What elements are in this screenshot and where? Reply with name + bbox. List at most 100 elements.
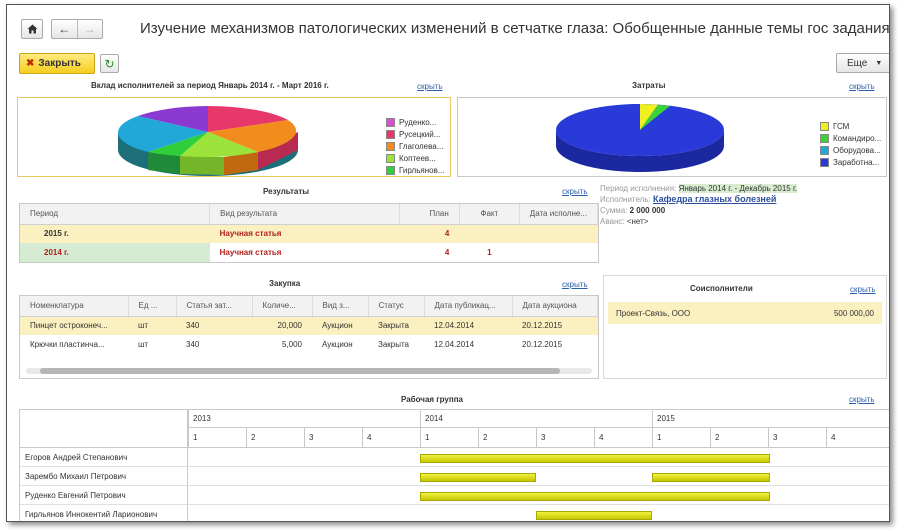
table-row[interactable]: 2015 г. Научная статья 4 xyxy=(20,224,598,243)
contribution-pie-chart xyxy=(117,105,298,176)
quantity-cell: 20,000 xyxy=(277,321,302,331)
column-header[interactable]: Номенклатура xyxy=(20,296,129,317)
legend-item: ГСМ xyxy=(820,120,881,132)
legend-label: Глаголева... xyxy=(399,141,444,151)
executor-link[interactable]: Кафедра глазных болезней xyxy=(653,194,776,204)
legend-label: Оборудова... xyxy=(833,145,881,155)
table-row[interactable]: Крючки пластинча... шт 340 5,000 Аукцион… xyxy=(20,335,598,354)
costs-hide-link[interactable]: скрыть xyxy=(849,82,875,91)
close-button[interactable]: ✖ Закрыть xyxy=(19,53,95,74)
period-cell: 2014 г. xyxy=(20,243,210,262)
auction-date-cell: 20.12.2015 xyxy=(522,340,563,349)
scrollbar-thumb[interactable] xyxy=(40,368,560,374)
year-header: 2015 xyxy=(652,410,889,428)
coexecutor-amount: 500 000,00 xyxy=(833,308,874,318)
purchase-hide-link[interactable]: скрыть xyxy=(562,280,588,289)
quarter-header: 2 xyxy=(246,428,304,448)
back-arrow-icon[interactable]: ← xyxy=(52,20,77,38)
date-cell xyxy=(519,243,597,262)
results-hide-link[interactable]: скрыть xyxy=(562,187,588,196)
member-name[interactable]: Гирльянов Иннокентий Ларионович xyxy=(20,505,188,521)
member-name[interactable]: Егоров Андрей Степанович xyxy=(20,448,188,467)
member-name[interactable]: Руденко Евгений Петрович xyxy=(20,486,188,505)
home-button[interactable] xyxy=(21,19,43,39)
sum-line: Сумма: 2 000 000 xyxy=(600,205,797,216)
unit-cell: шт xyxy=(138,340,149,349)
quarter-header: 3 xyxy=(304,428,362,448)
column-header[interactable]: Статус xyxy=(368,296,425,317)
column-header[interactable]: Вид результата xyxy=(209,204,400,225)
fact-cell xyxy=(459,224,519,243)
year-header: 2014 xyxy=(420,410,652,428)
period-value: Январь 2014 г. - Декабрь 2015 г. xyxy=(678,184,798,193)
table-row[interactable]: 2014 г. Научная статья 4 1 xyxy=(20,243,598,262)
date-cell xyxy=(519,224,597,243)
column-header[interactable]: Статья зат... xyxy=(176,296,253,317)
legend-label: ГСМ xyxy=(833,121,850,131)
more-button[interactable]: Еще ▼ xyxy=(836,53,889,73)
advance-value: <нет> xyxy=(626,217,649,226)
member-name[interactable]: Зарембо Михаил Петрович xyxy=(20,467,188,486)
column-header[interactable]: Ед ... xyxy=(128,296,177,317)
quarter-header: 3 xyxy=(536,428,594,448)
gantt-bar[interactable] xyxy=(420,473,536,482)
quarter-header: 1 xyxy=(420,428,478,448)
project-info: Период исполнения: Январь 2014 г. - Дека… xyxy=(600,183,798,227)
gantt-bar[interactable] xyxy=(536,511,652,520)
quarter-header: 1 xyxy=(188,428,246,448)
column-header[interactable]: Дата публикац... xyxy=(424,296,513,317)
forward-arrow-icon[interactable]: → xyxy=(76,20,103,38)
column-header[interactable]: План xyxy=(399,204,460,225)
contribution-chart-panel: Руденко... Русецкий... Глаголева... Копт… xyxy=(17,97,451,177)
costs-pie-chart xyxy=(556,104,724,172)
gantt-bar[interactable] xyxy=(652,473,770,482)
purchase-title: Закупка xyxy=(269,279,301,288)
legend-item: Гирльянов... xyxy=(386,164,444,176)
legend-swatch xyxy=(820,157,829,167)
status-cell: Закрыта xyxy=(378,321,410,331)
unit-cell: шт xyxy=(138,321,149,331)
legend-item: Руденко... xyxy=(386,116,444,128)
horizontal-scrollbar[interactable] xyxy=(26,368,592,374)
period-label: Период исполнения: xyxy=(600,184,677,193)
gantt-bar[interactable] xyxy=(420,492,770,501)
executor-line: Исполнитель: Кафедра глазных болезней xyxy=(600,194,797,205)
nomenclature-cell: Крючки пластинча... xyxy=(30,340,105,349)
publication-date-cell: 12.04.2014 xyxy=(434,340,475,349)
plan-cell: 4 xyxy=(444,248,450,257)
column-header[interactable]: Дата аукциона xyxy=(512,296,598,317)
column-header[interactable]: Дата исполне... xyxy=(519,204,598,225)
legend-item: Заработна... xyxy=(820,156,881,168)
coexecutors-hide-link[interactable]: скрыть xyxy=(850,285,876,294)
chevron-down-icon: ▼ xyxy=(875,59,883,67)
purchase-table: Номенклатура Ед ... Статья зат... Количе… xyxy=(19,295,599,379)
contribution-hide-link[interactable]: скрыть xyxy=(417,82,443,91)
table-row[interactable]: Пинцет остроконеч... шт 340 20,000 Аукци… xyxy=(20,316,598,335)
row-divider xyxy=(188,504,889,505)
quarter-header: 1 xyxy=(652,428,710,448)
gantt-corner xyxy=(20,410,188,448)
refresh-button[interactable]: ↻ xyxy=(100,54,119,73)
kind-cell: Аукцион xyxy=(322,340,353,349)
column-header[interactable]: Вид з... xyxy=(312,296,369,317)
advance-label: Аванс: xyxy=(600,217,625,226)
purchase-header-row: Номенклатура Ед ... Статья зат... Количе… xyxy=(20,296,598,317)
column-header[interactable]: Период xyxy=(20,204,211,225)
year-header: 2013 xyxy=(188,410,420,428)
sum-label: Сумма: xyxy=(600,206,628,215)
row-divider xyxy=(188,485,889,486)
refresh-icon: ↻ xyxy=(104,56,115,71)
home-icon xyxy=(27,24,37,34)
column-header[interactable]: Количе... xyxy=(252,296,313,317)
legend-label: Коптеев... xyxy=(399,153,436,163)
coexecutor-name: Проект-Связь, ООО xyxy=(616,308,691,318)
workgroup-hide-link[interactable]: скрыть xyxy=(849,395,875,404)
gantt-bar[interactable] xyxy=(420,454,770,463)
column-header[interactable]: Факт xyxy=(459,204,520,225)
legend-item: Оборудова... xyxy=(820,144,881,156)
table-row[interactable]: Проект-Связь, ООО 500 000,00 xyxy=(608,302,882,324)
legend-swatch xyxy=(386,153,395,163)
executor-label: Исполнитель: xyxy=(600,195,651,204)
contribution-legend: Руденко... Русецкий... Глаголева... Копт… xyxy=(386,116,444,176)
contribution-title: Вклад исполнителей за период Январь 2014… xyxy=(91,81,329,90)
